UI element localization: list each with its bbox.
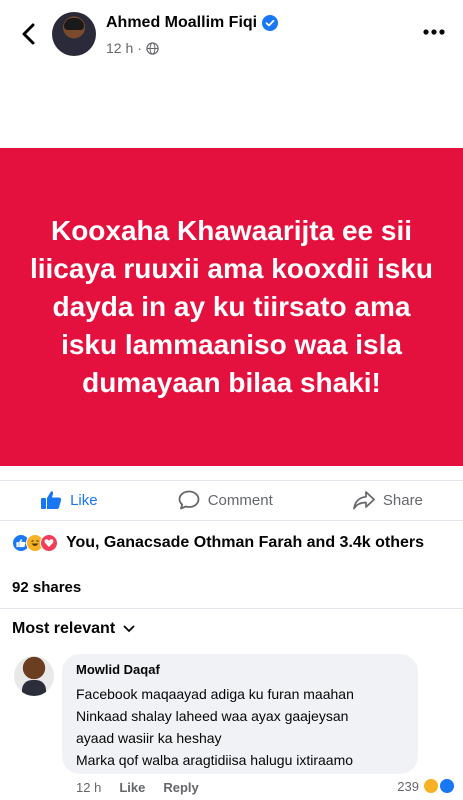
comment-button[interactable]: Comment	[178, 490, 273, 510]
verified-badge-icon	[262, 15, 279, 31]
comment-meta: 12 h Like Reply	[76, 780, 199, 795]
comment-bubble-icon	[178, 490, 200, 510]
post-header: Ahmed Moallim Fiqi 12 h ·	[0, 0, 463, 70]
love-reaction-icon	[40, 534, 58, 552]
thumbs-up-icon	[41, 491, 62, 509]
post-actions-bar: Like Comment Share	[0, 482, 463, 518]
comment-like-button[interactable]: Like	[119, 780, 145, 795]
post-text: Kooxaha Khawaarijta ee sii liicaya ruuxi…	[29, 215, 434, 398]
chevron-down-icon	[123, 625, 135, 633]
comment-label: Comment	[207, 491, 273, 509]
commenter-avatar[interactable]	[14, 656, 54, 696]
post-meta: 12 h ·	[106, 40, 159, 56]
meta-separator: ·	[137, 40, 142, 56]
comment-reaction-count: 239	[397, 778, 419, 794]
comment-author[interactable]: Mowlid Daqaf	[76, 662, 404, 677]
author-name[interactable]: Ahmed Moallim Fiqi	[106, 14, 257, 32]
author-avatar[interactable]	[52, 12, 96, 56]
haha-reaction-icon	[423, 778, 439, 794]
post-content-card[interactable]: Kooxaha Khawaarijta ee sii liicaya ruuxi…	[0, 148, 463, 466]
reaction-icons	[12, 534, 58, 552]
comment-reactions[interactable]: 239	[397, 778, 455, 794]
share-button[interactable]: Share	[353, 490, 423, 510]
comment-bubble[interactable]: Mowlid Daqaf Facebook maqaayad adiga ku …	[62, 654, 418, 774]
author-name-row: Ahmed Moallim Fiqi	[106, 14, 279, 32]
divider	[0, 520, 463, 521]
globe-icon	[146, 41, 159, 55]
post-timestamp[interactable]: 12 h	[106, 40, 133, 56]
comment-line: Ninkaad shalay laheed waa ayax gaajeysan	[76, 708, 349, 724]
like-reaction-icon	[439, 778, 455, 794]
comment-time: 12 h	[76, 780, 102, 795]
shares-count[interactable]: 92 shares	[12, 579, 81, 596]
more-options-icon[interactable]	[419, 22, 449, 42]
divider	[0, 480, 463, 481]
reactions-summary[interactable]: You, Ganacsade Othman Farah and 3.4k oth…	[12, 534, 424, 552]
share-arrow-icon	[353, 491, 375, 510]
like-button[interactable]: Like	[40, 490, 98, 510]
back-arrow-icon[interactable]	[14, 20, 42, 48]
comment-line: ayaad wasiir ka heshay	[76, 730, 222, 746]
comment-reply-button[interactable]: Reply	[163, 780, 198, 795]
share-label: Share	[382, 491, 423, 509]
divider	[0, 608, 463, 609]
comment-line: Marka qof walba aragtidiisa halugu ixtir…	[76, 752, 354, 768]
comment-sort-dropdown[interactable]: Most relevant	[12, 620, 135, 638]
reactions-text: You, Ganacsade Othman Farah and 3.4k oth…	[66, 534, 425, 551]
like-label: Like	[70, 491, 98, 509]
sort-label: Most relevant	[12, 620, 116, 637]
comment-line: Facebook maqaayad adiga ku furan maahan	[76, 686, 354, 702]
